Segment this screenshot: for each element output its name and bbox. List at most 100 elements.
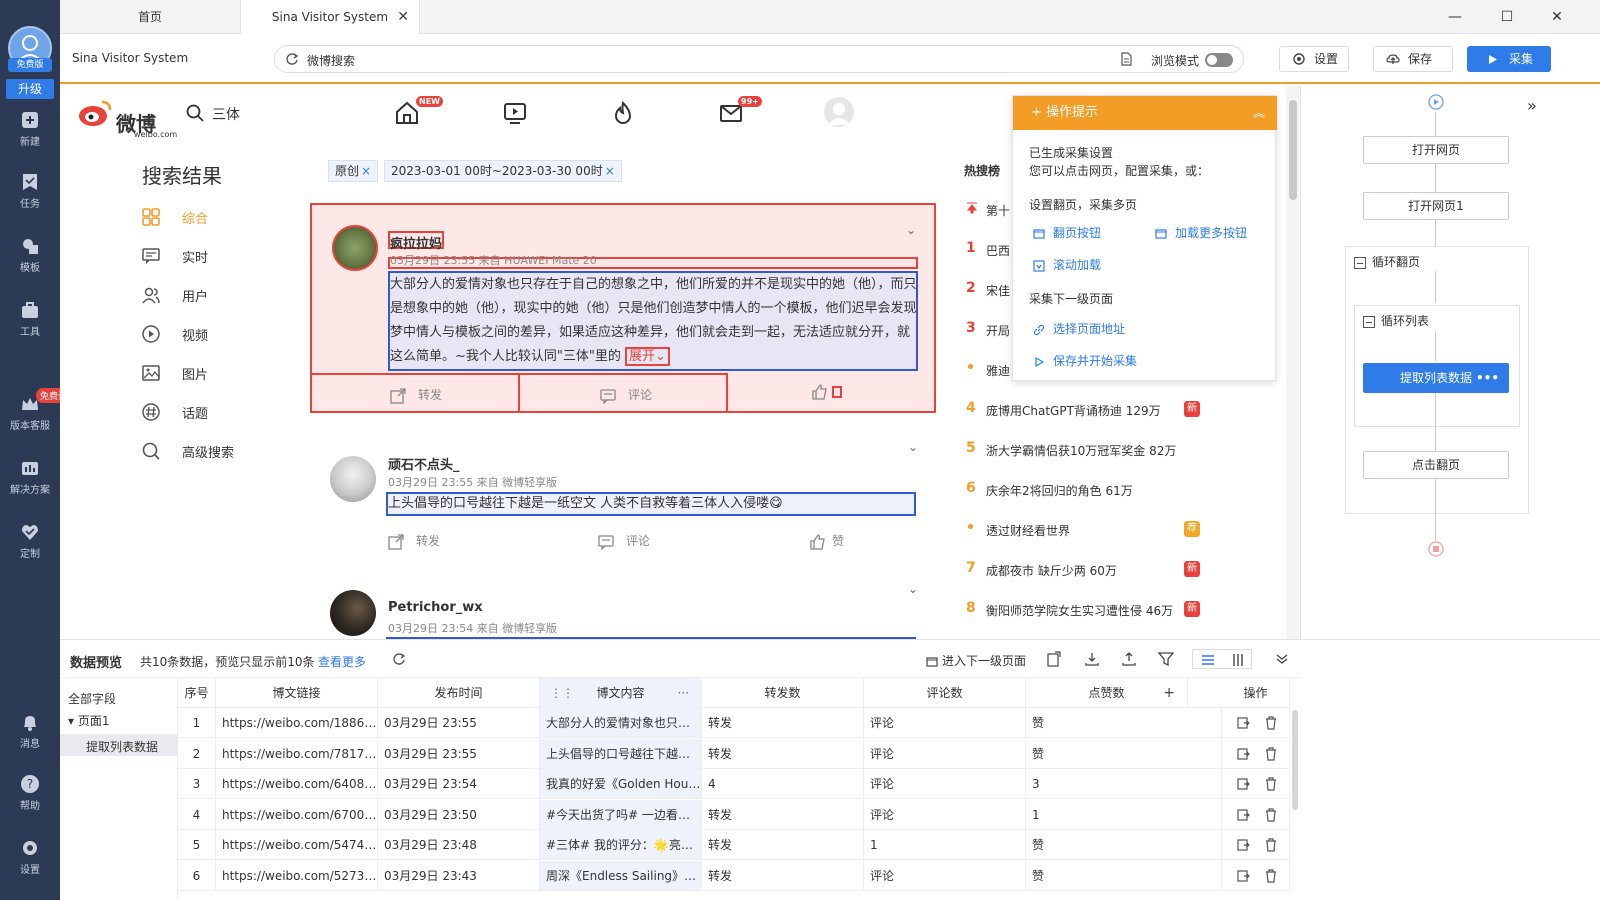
flow-node-open-page-1[interactable]: 打开网页1	[1363, 192, 1509, 220]
table-cell[interactable]: 5	[178, 830, 216, 860]
settings-button[interactable]: 设置	[1279, 46, 1349, 72]
table-cell[interactable]: 1	[1026, 799, 1222, 830]
chip-remove-icon[interactable]: ×	[361, 164, 371, 178]
delete-icon[interactable]	[1264, 868, 1278, 883]
table-cell[interactable]: 评论	[864, 769, 1026, 799]
side-nav-video[interactable]: 视频	[142, 323, 242, 345]
table-cell[interactable]: 1	[178, 708, 216, 738]
table-cell[interactable]: 3	[1026, 769, 1222, 799]
delete-icon[interactable]	[1264, 777, 1278, 791]
rail-version-service[interactable]: 版本客服	[0, 394, 60, 432]
tab-sina-visitor[interactable]: Sina Visitor System ✕	[240, 0, 420, 34]
table-cell[interactable]: 03月29日 23:43	[378, 860, 540, 891]
next-level-button[interactable]: 进入下一级页面	[926, 652, 1026, 669]
export-row-icon[interactable]	[1236, 777, 1250, 791]
table-cell[interactable]: 03月29日 23:55	[378, 708, 540, 738]
table-cell[interactable]: https://weibo.com/640841...	[216, 769, 378, 799]
upload-icon[interactable]	[1121, 651, 1137, 667]
tips-link-select-url[interactable]: 选择页面地址	[1033, 320, 1125, 337]
video-icon[interactable]	[502, 100, 528, 126]
table-cell[interactable]: 评论	[864, 799, 1026, 830]
weibo-logo[interactable]: 微博 weibo.com	[78, 98, 177, 139]
download-icon[interactable]	[1084, 651, 1100, 667]
expand-link[interactable]: 展开⌄	[625, 347, 670, 366]
forward-action[interactable]: 转发	[388, 532, 440, 550]
table-cell[interactable]: #三体# 我的评分：🌟亮点...	[540, 830, 702, 860]
like-action[interactable]	[812, 384, 842, 400]
browser-scrollbar[interactable]	[1286, 86, 1300, 639]
post-author[interactable]: 疯拉拉妈	[390, 233, 442, 252]
export-row-icon[interactable]	[1236, 869, 1250, 883]
comment-cell[interactable]: 评论	[518, 373, 728, 413]
rail-tasks[interactable]: 任务	[0, 172, 60, 210]
search-term[interactable]: 三体	[212, 104, 240, 124]
side-nav-all[interactable]: 综合	[142, 206, 242, 228]
tips-link-save-start[interactable]: 保存并开始采集	[1033, 352, 1137, 369]
tips-link-scroll[interactable]: 滚动加载	[1033, 256, 1101, 273]
delete-icon[interactable]	[1264, 746, 1278, 761]
col-header[interactable]: 博文链接	[216, 678, 378, 708]
table-cell[interactable]: 转发	[702, 860, 864, 891]
table-cell[interactable]: https://weibo.com/781777...	[216, 738, 378, 769]
refresh-icon[interactable]	[285, 52, 299, 66]
add-column-icon[interactable]: +	[1163, 678, 1175, 708]
table-cell[interactable]: 赞	[1026, 860, 1222, 891]
table-cell[interactable]: 转发	[702, 738, 864, 769]
export-row-icon[interactable]	[1236, 808, 1250, 822]
comment-action[interactable]: 评论	[600, 386, 652, 404]
table-cell[interactable]: https://weibo.com/547449...	[216, 830, 378, 860]
table-cell[interactable]: 转发	[702, 708, 864, 738]
export-row-icon[interactable]	[1236, 747, 1250, 761]
scrollbar-thumb[interactable]	[1289, 100, 1297, 200]
fire-icon[interactable]	[610, 100, 636, 126]
tree-page-1[interactable]: ▾ 页面1	[68, 712, 109, 729]
table-cell[interactable]: 4	[178, 799, 216, 830]
col-header[interactable]: 转发数	[702, 678, 864, 708]
list-view-icon[interactable]	[1201, 653, 1215, 667]
search-icon[interactable]	[186, 104, 204, 122]
collapse-square-icon[interactable]	[1354, 256, 1366, 269]
post-card[interactable]: 顽石不点头_ 03月29日 23:55 来自 微博轻享版 上头倡导的口号越往下越…	[310, 436, 936, 564]
table-cell[interactable]: 赞	[1026, 830, 1222, 860]
rail-help[interactable]: ? 帮助	[0, 774, 60, 812]
table-cell[interactable]: 评论	[864, 708, 1026, 738]
collapse-icon[interactable]: ︽	[1253, 96, 1265, 130]
rail-templates[interactable]: 模板	[0, 236, 60, 274]
post-author[interactable]: Petrichor_wx	[388, 600, 483, 615]
table-cell[interactable]: 1	[864, 830, 1026, 860]
export-row-icon[interactable]	[1236, 838, 1250, 852]
table-cell[interactable]: 转发	[702, 830, 864, 860]
col-header-selected[interactable]: ⋮⋮ 博文内容 ···	[540, 678, 702, 708]
post-card[interactable]: 疯拉拉妈 03月29日 23:55 来自 HUAWEI Mate 20 大部分人…	[310, 203, 936, 413]
table-cell[interactable]: https://weibo.com/527332...	[216, 860, 378, 891]
side-nav-users[interactable]: 用户	[142, 284, 242, 306]
delete-icon[interactable]	[1264, 838, 1278, 852]
filter-icon[interactable]	[1158, 651, 1174, 667]
side-nav-realtime[interactable]: 实时	[142, 245, 242, 267]
more-icon[interactable]: ···	[678, 678, 689, 708]
post-avatar[interactable]	[330, 590, 376, 636]
chevron-down-icon[interactable]: ⌄	[908, 440, 918, 454]
forward-action[interactable]: 转发	[390, 386, 442, 404]
tips-link-load-more[interactable]: 加载更多按钮	[1155, 224, 1247, 241]
more-options-icon[interactable]: •••	[1476, 363, 1499, 393]
table-cell[interactable]: 转发	[702, 799, 864, 830]
col-header[interactable]: 发布时间	[378, 678, 540, 708]
upgrade-button[interactable]: 升级	[6, 79, 54, 99]
delete-icon[interactable]	[1264, 807, 1278, 822]
tree-all-fields[interactable]: 全部字段	[68, 690, 116, 707]
table-cell[interactable]: 大部分人的爱情对象也只存...	[540, 708, 702, 738]
url-input[interactable]: 微博搜索 浏览模式	[274, 45, 1244, 73]
table-cell[interactable]: 2	[178, 738, 216, 769]
table-cell[interactable]: 4	[702, 769, 864, 799]
rail-custom[interactable]: 定制	[0, 522, 60, 560]
table-scrollbar[interactable]	[1292, 710, 1298, 810]
export-page-icon[interactable]	[1046, 651, 1062, 667]
tips-link-page-button[interactable]: 翻页按钮	[1033, 224, 1101, 241]
collect-button[interactable]: 采集	[1467, 46, 1551, 72]
table-cell[interactable]: 03月29日 23:50	[378, 799, 540, 830]
table-cell[interactable]: 赞	[1026, 708, 1222, 738]
table-cell[interactable]: 03月29日 23:54	[378, 769, 540, 799]
chevron-down-icon[interactable]	[1274, 651, 1290, 667]
browse-mode-toggle[interactable]	[1205, 53, 1233, 67]
